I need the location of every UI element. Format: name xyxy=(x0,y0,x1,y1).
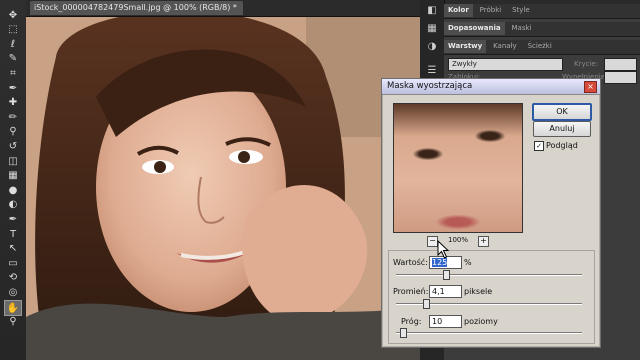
tab-sciezki[interactable]: Ścieżki xyxy=(524,40,556,53)
image-canvas[interactable] xyxy=(26,17,420,360)
tab-maski[interactable]: Maski xyxy=(508,22,536,35)
cancel-button[interactable]: Anuluj xyxy=(533,121,591,137)
tab-probki[interactable]: Próbki xyxy=(476,4,506,17)
color-panel-icon[interactable]: ◧ xyxy=(424,4,440,18)
threshold-label: Próg: xyxy=(401,317,422,326)
ok-button[interactable]: OK xyxy=(532,103,592,121)
3d-rotate-tool-icon[interactable]: ⟲ xyxy=(5,271,21,285)
blend-mode-select[interactable]: Zwykły xyxy=(448,58,563,71)
mouse-cursor-icon xyxy=(437,240,450,259)
history-brush-tool-icon[interactable]: ↺ xyxy=(5,139,21,153)
amount-slider-thumb[interactable] xyxy=(443,270,451,280)
marquee-tool-icon[interactable]: ⬚ xyxy=(5,23,21,37)
zoom-level: 100% xyxy=(448,236,469,244)
adjustments-panel-icon[interactable]: ◑ xyxy=(424,40,440,54)
radius-slider-thumb[interactable] xyxy=(422,299,430,309)
hand-tool-icon[interactable]: ✋ xyxy=(4,300,22,316)
dialog-title-bar[interactable]: Maska wyostrzająca × xyxy=(382,79,600,95)
3d-orbit-tool-icon[interactable]: ◎ xyxy=(5,285,21,299)
fill-field[interactable] xyxy=(604,71,637,84)
threshold-input[interactable]: 10 xyxy=(429,315,462,328)
tab-warstwy[interactable]: Warstwy xyxy=(444,40,487,53)
preview-label: Podgląd xyxy=(546,141,578,150)
preview-checkbox[interactable]: ✓ xyxy=(534,141,544,151)
dodge-tool-icon[interactable]: ◐ xyxy=(5,198,21,212)
tab-kanaly[interactable]: Kanały xyxy=(489,40,521,53)
zoom-tool-icon[interactable]: ⚲ xyxy=(5,315,21,329)
crop-tool-icon[interactable]: ⌗ xyxy=(5,66,21,80)
swatches-panel-icon[interactable]: ▦ xyxy=(424,22,440,36)
tools-panel: ✥ ⬚ ℓ ✎ ⌗ ✒ ✚ ✏ ⚲ ↺ ◫ ▦ ● ◐ ✒ T ↖ ▭ ⟲ ◎ ✋ ⚲ xyxy=(0,0,27,360)
adjustments-panel-tabs: Dopasowania Maski xyxy=(444,22,640,37)
threshold-slider-track[interactable] xyxy=(396,332,582,334)
tab-kolor[interactable]: Kolor xyxy=(444,4,473,17)
move-tool-icon[interactable]: ✥ xyxy=(5,8,21,22)
tab-dopasowania[interactable]: Dopasowania xyxy=(444,22,505,35)
opacity-field[interactable] xyxy=(604,58,637,71)
radius-unit: piksele xyxy=(464,287,493,296)
dialog-title: Maska wyostrzająca xyxy=(387,81,473,91)
document-tab-bar: iStock_000004782479Small.jpg @ 100% (RGB… xyxy=(26,0,420,17)
threshold-slider-thumb[interactable] xyxy=(400,328,408,338)
quick-select-tool-icon[interactable]: ✎ xyxy=(5,52,21,66)
pen-tool-icon[interactable]: ✒ xyxy=(5,212,21,226)
brush-tool-icon[interactable]: ✏ xyxy=(5,110,21,124)
opacity-label: Krycie: xyxy=(574,60,599,68)
amount-slider-track[interactable] xyxy=(396,274,582,276)
amount-unit: % xyxy=(464,258,472,267)
amount-label: Wartość: xyxy=(393,258,428,267)
layers-panel-tabs: Warstwy Kanały Ścieżki xyxy=(444,40,640,55)
unsharp-mask-dialog: Maska wyostrzająca × OK Anuluj ✓ Podgląd… xyxy=(381,78,601,348)
radius-input[interactable]: 4,1 xyxy=(429,285,462,298)
portrait-photo xyxy=(26,17,420,360)
layers-panel-icon[interactable]: ☰ xyxy=(424,64,440,78)
threshold-unit: poziomy xyxy=(464,317,498,326)
filter-preview[interactable] xyxy=(393,103,523,233)
document-tab[interactable]: iStock_000004782479Small.jpg @ 100% (RGB… xyxy=(30,1,243,15)
shape-tool-icon[interactable]: ▭ xyxy=(5,256,21,270)
zoom-in-button[interactable]: + xyxy=(478,236,489,247)
radius-label: Promień: xyxy=(393,287,429,296)
blur-tool-icon[interactable]: ● xyxy=(5,183,21,197)
eyedropper-tool-icon[interactable]: ✒ xyxy=(5,81,21,95)
color-panel-tabs: Kolor Próbki Style xyxy=(444,4,640,19)
gradient-tool-icon[interactable]: ▦ xyxy=(5,169,21,183)
lasso-tool-icon[interactable]: ℓ xyxy=(5,37,21,51)
clone-stamp-tool-icon[interactable]: ⚲ xyxy=(5,125,21,139)
type-tool-icon[interactable]: T xyxy=(5,227,21,241)
tab-style[interactable]: Style xyxy=(508,4,534,17)
close-icon[interactable]: × xyxy=(584,81,597,93)
path-select-tool-icon[interactable]: ↖ xyxy=(5,242,21,256)
eraser-tool-icon[interactable]: ◫ xyxy=(5,154,21,168)
healing-brush-tool-icon[interactable]: ✚ xyxy=(5,96,21,110)
